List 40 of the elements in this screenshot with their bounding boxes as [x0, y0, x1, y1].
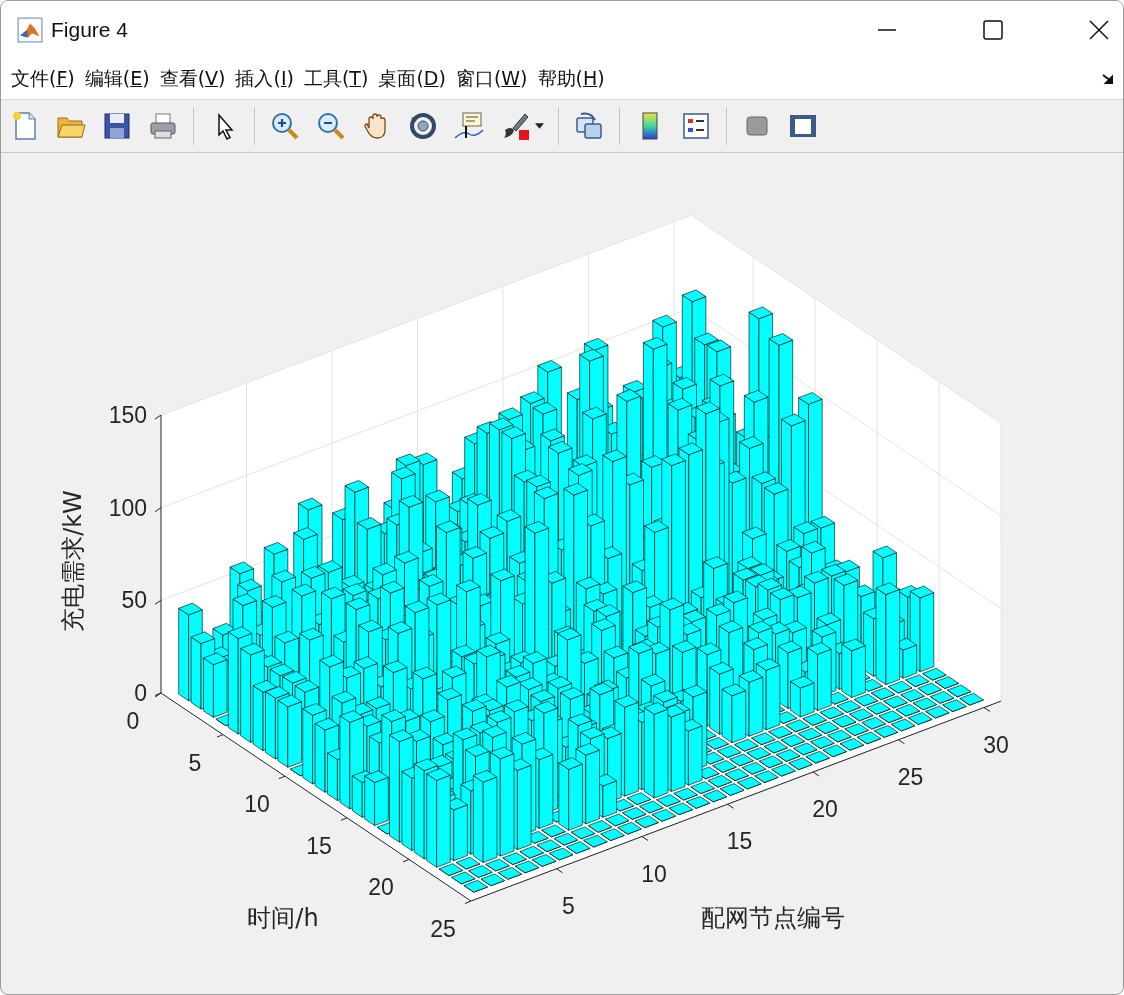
menu-item[interactable]: 工具(T) [299, 66, 375, 92]
dock-arrow-icon[interactable] [1101, 72, 1115, 86]
link-icon[interactable] [573, 110, 605, 142]
tick-label: 0 [126, 708, 140, 734]
axis-label: 充电需求/kW [59, 490, 87, 632]
menu-item[interactable]: 帮助(H) [533, 66, 611, 92]
axis-label: 时间/h [247, 904, 319, 932]
tick-label: 5 [188, 749, 202, 776]
tick-label: 100 [108, 494, 147, 521]
tick-label: 15 [726, 828, 753, 855]
tick-label: 25 [430, 916, 456, 942]
tick-label: 10 [244, 791, 270, 818]
menu-item[interactable]: 文件(F) [7, 66, 81, 92]
tick-label: 20 [812, 796, 838, 822]
tick-label: 15 [306, 832, 332, 859]
menu-item[interactable]: 编辑(E) [80, 66, 156, 92]
zoom-out-icon[interactable] [315, 110, 347, 142]
legend-icon[interactable] [680, 110, 712, 142]
window-title: Figure 4 [51, 18, 129, 42]
menu-item[interactable]: 插入(I) [231, 66, 300, 92]
caret-icon[interactable] [535, 122, 544, 130]
zoom-in-icon[interactable] [269, 110, 301, 142]
close-icon[interactable] [1089, 20, 1109, 40]
maximize-icon[interactable] [983, 20, 1003, 40]
tick-label: 150 [108, 402, 147, 429]
printer-icon[interactable] [147, 110, 179, 142]
axis-label: 配网节点编号 [701, 904, 845, 932]
tick-label: 10 [641, 860, 667, 887]
menu-item[interactable]: 窗口(W) [451, 66, 534, 92]
save-icon[interactable] [101, 110, 133, 142]
rotate-icon[interactable] [407, 110, 439, 142]
tick-label: 20 [368, 874, 394, 901]
tick-label: 30 [983, 731, 1009, 758]
tick-label: 50 [121, 587, 147, 614]
menu-item[interactable]: 查看(V) [155, 66, 232, 92]
menu-item[interactable]: 桌面(D) [374, 66, 452, 92]
tick-label: 5 [562, 892, 575, 919]
app-icon [17, 17, 43, 43]
tick-label: 0 [134, 680, 147, 706]
tick-label: 25 [897, 763, 924, 790]
